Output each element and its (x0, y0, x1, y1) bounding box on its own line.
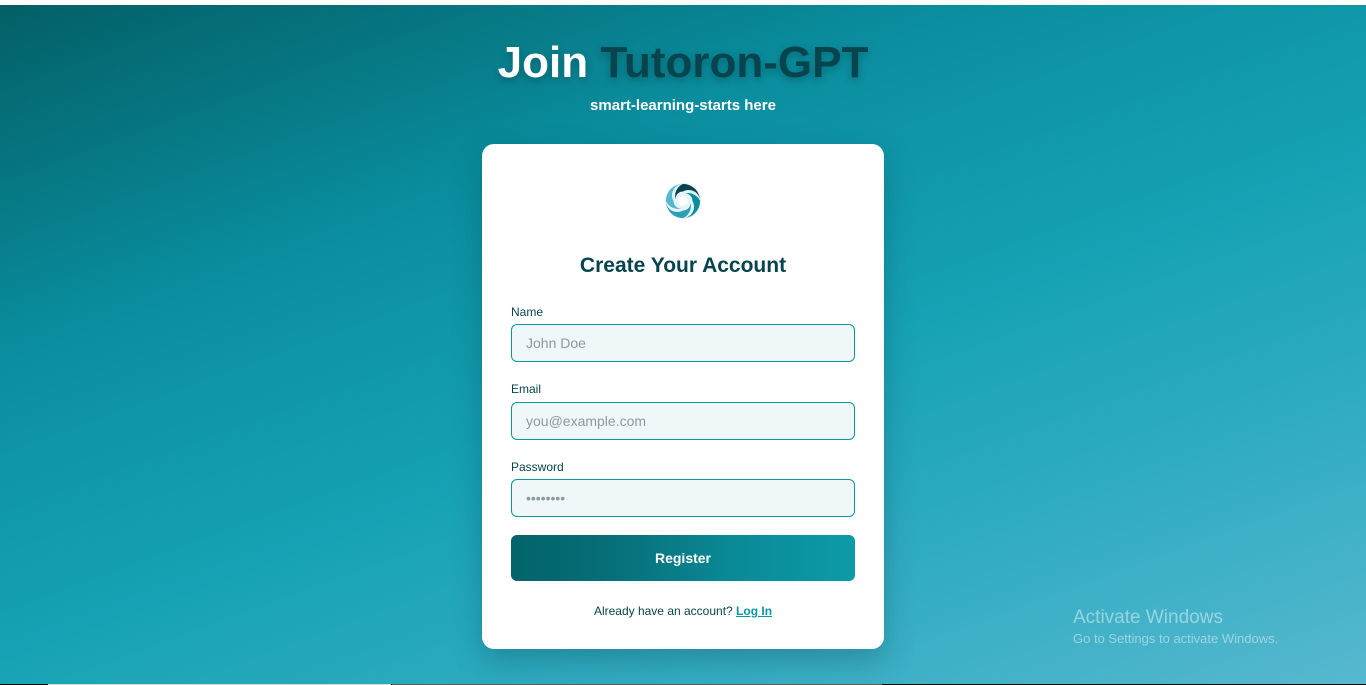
password-label: Password (511, 460, 564, 474)
page-subtitle: smart-learning-starts here (590, 97, 776, 114)
form-title: Create Your Account (579, 254, 787, 277)
register-button[interactable]: Register (511, 535, 855, 581)
password-input[interactable] (511, 479, 855, 517)
watermark-subtitle: Go to Settings to activate Windows. (1073, 631, 1279, 646)
page-title: Join Tutoron-GPT (0, 36, 1366, 90)
register-card: Create Your Account Name Email Password … (482, 144, 884, 649)
page-header: Join Tutoron-GPT smart-learning-starts h… (0, 36, 1366, 114)
login-prompt-text: Already have an account? (593, 604, 733, 618)
name-label: Name (511, 305, 544, 319)
title-prefix: Join (497, 38, 589, 87)
watermark-title: Activate Windows (1073, 607, 1223, 628)
activate-windows-watermark: Activate Windows Go to Settings to activ… (1073, 607, 1278, 646)
name-input[interactable] (511, 324, 855, 362)
email-input[interactable] (511, 402, 855, 440)
swirl-logo-icon (664, 182, 702, 220)
email-label: Email (511, 382, 542, 396)
login-prompt-line: Already have an account? Log In (482, 604, 884, 618)
login-link[interactable]: Log In (736, 604, 772, 618)
brand-name: Tutoron-GPT (600, 38, 869, 87)
